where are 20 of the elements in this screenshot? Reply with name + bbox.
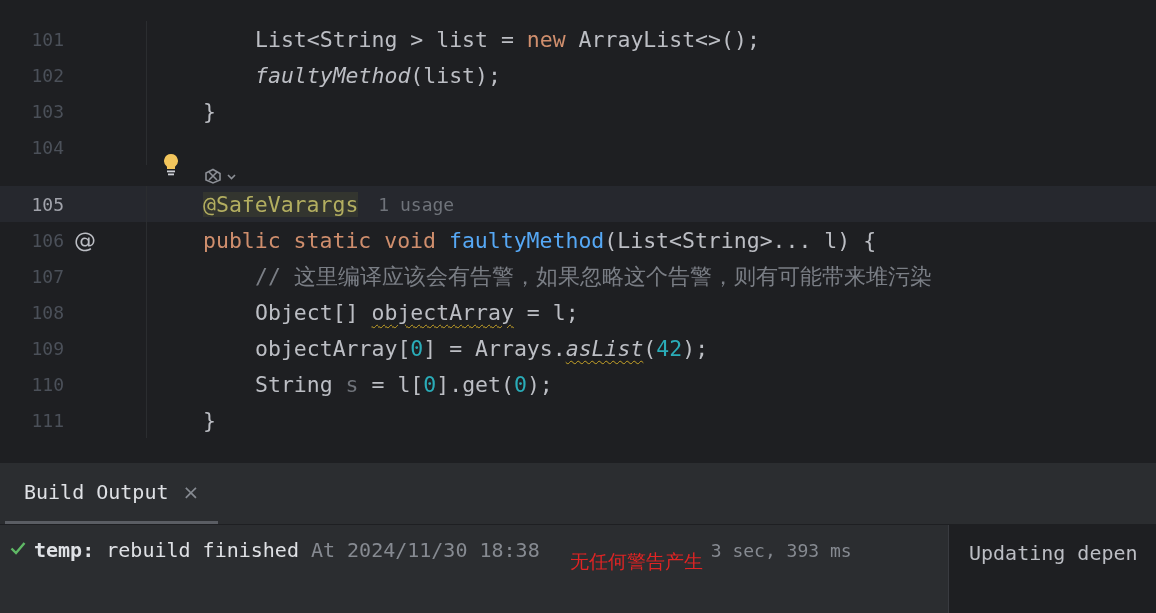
code-line: List<String > list = new ArrayList<>();: [254, 26, 760, 52]
build-output-tab[interactable]: Build Output ×: [5, 463, 219, 524]
code-line: faultyMethod(list);: [254, 62, 501, 88]
build-duration: 3 sec, 393 ms: [710, 540, 852, 561]
code-line: public static void faultyMethod(List<String>... l) {: [202, 227, 877, 253]
code-line: String s = l[0].get(0);: [254, 371, 553, 397]
close-icon[interactable]: ×: [182, 480, 200, 504]
code-line: objectArray[0] = Arrays.asList(42);: [254, 335, 709, 361]
line-number: 105: [30, 193, 64, 215]
build-timestamp: At 2024/11/30 18:38: [310, 538, 540, 562]
build-status-text[interactable]: temp: rebuild finished: [34, 538, 299, 562]
annotation-note: 无任何警告产生: [569, 549, 703, 574]
console-line: Updating depen: [969, 541, 1139, 565]
ai-assistant-icon[interactable]: [204, 168, 238, 184]
code-line: }: [202, 98, 216, 124]
implementation-marker-icon[interactable]: @: [74, 227, 96, 253]
lightbulb-icon[interactable]: [163, 153, 179, 177]
code-line: }: [202, 407, 216, 433]
code-line: // 这里编译应该会有告警，如果忽略这个告警，则有可能带来堆污染: [254, 262, 932, 291]
code-line: Object[] objectArray = l;: [254, 299, 579, 325]
